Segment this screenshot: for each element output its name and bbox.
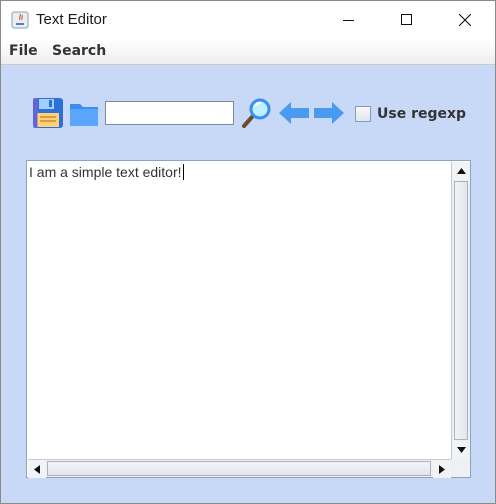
title-bar[interactable]: Text Editor bbox=[1, 1, 495, 39]
magnifier-icon[interactable] bbox=[241, 97, 273, 129]
window-title: Text Editor bbox=[36, 11, 107, 28]
close-icon bbox=[459, 14, 471, 26]
arrow-down-icon bbox=[456, 447, 466, 453]
search-input[interactable] bbox=[105, 101, 234, 125]
vertical-scroll-thumb[interactable] bbox=[454, 181, 468, 440]
menu-bar: File Search bbox=[1, 39, 495, 65]
folder-icon[interactable] bbox=[69, 99, 99, 127]
menu-file[interactable]: File bbox=[9, 43, 38, 59]
horizontal-scroll-thumb[interactable] bbox=[47, 461, 431, 476]
scrollbar-corner bbox=[451, 459, 470, 477]
arrow-left-small-icon bbox=[34, 464, 40, 474]
arrow-right-small-icon bbox=[439, 464, 445, 474]
scroll-right-button[interactable] bbox=[433, 460, 451, 478]
editor-text-area[interactable]: I am a simple text editor! bbox=[28, 162, 451, 460]
menu-search[interactable]: Search bbox=[52, 43, 106, 59]
horizontal-scrollbar[interactable] bbox=[28, 459, 451, 478]
java-app-icon bbox=[11, 11, 29, 29]
maximize-button[interactable] bbox=[378, 1, 436, 39]
close-button[interactable] bbox=[436, 1, 494, 39]
arrow-right-icon[interactable] bbox=[312, 99, 346, 127]
vertical-scrollbar[interactable] bbox=[451, 162, 470, 459]
editor-scroll-pane: I am a simple text editor! bbox=[26, 160, 471, 478]
text-editor-window: Text Editor File Search Use regexp I am … bbox=[0, 0, 496, 504]
editor-text: I am a simple text editor! bbox=[29, 164, 182, 180]
arrow-up-icon bbox=[456, 168, 466, 174]
arrow-left-icon[interactable] bbox=[277, 99, 311, 127]
use-regexp-checkbox[interactable] bbox=[355, 106, 371, 122]
maximize-icon bbox=[401, 14, 412, 25]
minimize-icon bbox=[343, 20, 354, 21]
use-regexp-label[interactable]: Use regexp bbox=[377, 106, 466, 122]
scroll-up-button[interactable] bbox=[452, 162, 470, 180]
save-floppy-icon[interactable] bbox=[32, 97, 64, 129]
scroll-down-button[interactable] bbox=[452, 441, 470, 459]
minimize-button[interactable] bbox=[320, 1, 378, 39]
scroll-left-button[interactable] bbox=[28, 460, 46, 478]
text-caret bbox=[182, 164, 184, 180]
